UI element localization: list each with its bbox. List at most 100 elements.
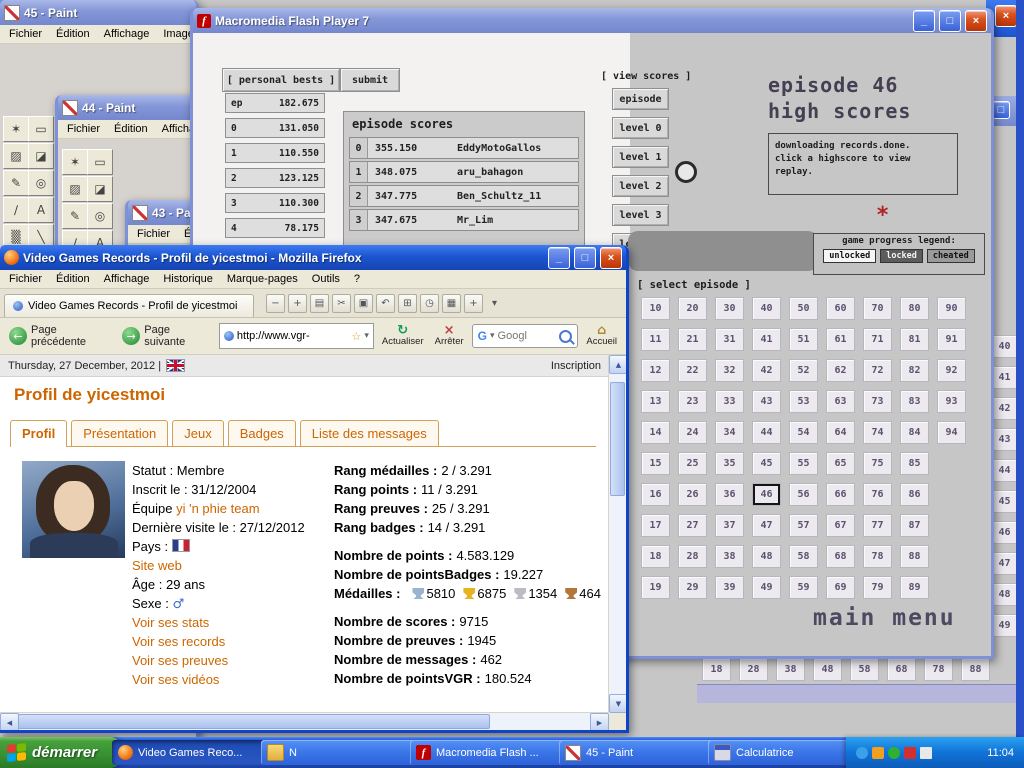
episode-cell-76[interactable]: 76: [863, 483, 892, 506]
episode-cell-73[interactable]: 73: [863, 390, 892, 413]
episode-cell-12[interactable]: 12: [641, 359, 670, 382]
score-row[interactable]: 1348.075aru_bahagon: [349, 161, 579, 183]
episode-cell-85[interactable]: 85: [900, 452, 929, 475]
toolbar-overflow-icon[interactable]: ▾: [486, 295, 503, 312]
menu-fichier[interactable]: Fichier: [2, 271, 49, 287]
episode-cell-62[interactable]: 62: [826, 359, 855, 382]
episode-cell-28[interactable]: 28: [678, 545, 707, 568]
cut-icon[interactable]: ✂: [332, 294, 351, 313]
episode-cell-11[interactable]: 11: [641, 328, 670, 351]
episode-cell-66[interactable]: 66: [826, 483, 855, 506]
voir-stats-link[interactable]: Voir ses stats: [132, 615, 209, 630]
episode-cell-29[interactable]: 29: [678, 576, 707, 599]
episode-cell-49[interactable]: 49: [752, 576, 781, 599]
episode-cell-93[interactable]: 93: [937, 390, 966, 413]
episode-cell-71[interactable]: 71: [863, 328, 892, 351]
episode-cell-36[interactable]: 36: [715, 483, 744, 506]
episode-cell-55[interactable]: 55: [789, 452, 818, 475]
taskbar-item-folder[interactable]: N: [261, 740, 419, 765]
scroll-up-arrow[interactable]: ▲: [609, 355, 626, 374]
inscription-link[interactable]: Inscription: [551, 360, 601, 372]
scroll-right-arrow[interactable]: ▶: [590, 713, 609, 730]
episode-cell-81[interactable]: 81: [900, 328, 929, 351]
scroll-left-arrow[interactable]: ◀: [0, 713, 19, 730]
episode-cell-24[interactable]: 24: [678, 421, 707, 444]
view-episode-button[interactable]: episode: [612, 88, 669, 110]
team-link[interactable]: yi 'n phie team: [176, 501, 259, 516]
site-web-link[interactable]: Site web: [132, 558, 182, 573]
tray-volume-icon[interactable]: [920, 747, 932, 759]
free-select-tool[interactable]: ✶: [62, 149, 88, 175]
stop-button[interactable]: × Arrêter: [432, 325, 467, 347]
episode-cell-32[interactable]: 32: [715, 359, 744, 382]
episode-cell-74[interactable]: 74: [863, 421, 892, 444]
scroll-down-arrow[interactable]: ▼: [609, 694, 626, 713]
episode-cell-35[interactable]: 35: [715, 452, 744, 475]
episode-cell-44[interactable]: 44: [752, 421, 781, 444]
voir-records-link[interactable]: Voir ses records: [132, 634, 225, 649]
taskbar-item-firefox[interactable]: Video Games Reco...: [112, 740, 270, 765]
score-row[interactable]: 2347.775Ben_Schultz_11: [349, 185, 579, 207]
episode-cell-38[interactable]: 38: [715, 545, 744, 568]
tray-messenger-icon[interactable]: [856, 747, 868, 759]
episode-cell-10[interactable]: 10: [641, 297, 670, 320]
episode-cell-60[interactable]: 60: [826, 297, 855, 320]
episode-cell-48[interactable]: 48: [752, 545, 781, 568]
paste-icon[interactable]: ▤: [310, 294, 329, 313]
text-tool[interactable]: A: [28, 197, 54, 223]
tray-update-icon[interactable]: [872, 747, 884, 759]
zoom-in-icon[interactable]: +: [288, 294, 307, 313]
home-button[interactable]: ⌂ Accueil: [583, 325, 620, 347]
episode-cell-37[interactable]: 37: [715, 514, 744, 537]
flash-titlebar[interactable]: f Macromedia Flash Player 7 _ □ ×: [193, 8, 991, 33]
menu-fichier[interactable]: Fichier: [60, 121, 107, 137]
tab-messages[interactable]: Liste des messages: [300, 420, 439, 446]
episode-cell-88[interactable]: 88: [900, 545, 929, 568]
episode-cell-45[interactable]: 45: [752, 452, 781, 475]
horizontal-scroll-thumb[interactable]: [18, 714, 490, 729]
background-window-close-button[interactable]: ×: [995, 5, 1017, 27]
episode-cell-34[interactable]: 34: [715, 421, 744, 444]
episode-cell-25[interactable]: 25: [678, 452, 707, 475]
taskbar-item-calculator[interactable]: Calculatrice: [708, 740, 866, 765]
episode-cell-78[interactable]: 78: [863, 545, 892, 568]
flash-minimize-button[interactable]: _: [913, 10, 935, 32]
taskbar-item-flash[interactable]: f Macromedia Flash ...: [410, 740, 568, 765]
taskbar-item-paint[interactable]: 45 - Paint: [559, 740, 717, 765]
pencil-tool[interactable]: ✎: [62, 203, 88, 229]
episode-cell-58[interactable]: 58: [789, 545, 818, 568]
menu-outils[interactable]: Outils: [305, 271, 347, 287]
zoom-out-icon[interactable]: −: [266, 294, 285, 313]
view-level2-button[interactable]: level 2: [612, 175, 669, 197]
copy-icon[interactable]: ▣: [354, 294, 373, 313]
menu-affichage[interactable]: Affichage: [97, 271, 157, 287]
forward-button[interactable]: → Page suivante: [119, 322, 214, 350]
rect-select-tool[interactable]: ▭: [87, 149, 113, 175]
episode-cell-83[interactable]: 83: [900, 390, 929, 413]
episode-cell-42[interactable]: 42: [752, 359, 781, 382]
episode-cell-17[interactable]: 17: [641, 514, 670, 537]
browser-tab[interactable]: Video Games Records - Profil de yicestmo…: [4, 294, 254, 317]
episode-cell-13[interactable]: 13: [641, 390, 670, 413]
eraser-tool[interactable]: ▨: [3, 143, 29, 169]
episode-cell-67[interactable]: 67: [826, 514, 855, 537]
menu-aide[interactable]: ?: [347, 271, 367, 287]
episode-cell-53[interactable]: 53: [789, 390, 818, 413]
url-dropdown-icon[interactable]: ▾: [364, 331, 369, 341]
episode-cell-87[interactable]: 87: [900, 514, 929, 537]
episode-cell-84[interactable]: 84: [900, 421, 929, 444]
firefox-minimize-button[interactable]: _: [548, 247, 570, 269]
print-icon[interactable]: ▦: [442, 294, 461, 313]
episode-cell-90[interactable]: 90: [937, 297, 966, 320]
horizontal-scrollbar[interactable]: ◀ ▶: [0, 712, 609, 730]
firefox-close-button[interactable]: ×: [600, 247, 622, 269]
bookmark-star-icon[interactable]: ☆: [351, 330, 361, 343]
episode-cell-51[interactable]: 51: [789, 328, 818, 351]
voir-videos-link[interactable]: Voir ses vidéos: [132, 672, 219, 687]
menu-edition[interactable]: Édition: [107, 121, 155, 137]
submit-tab[interactable]: submit: [340, 68, 400, 92]
episode-cell-63[interactable]: 63: [826, 390, 855, 413]
search-magnifier-icon[interactable]: [559, 330, 572, 343]
free-select-tool[interactable]: ✶: [3, 116, 29, 142]
pencil-tool[interactable]: ✎: [3, 170, 29, 196]
